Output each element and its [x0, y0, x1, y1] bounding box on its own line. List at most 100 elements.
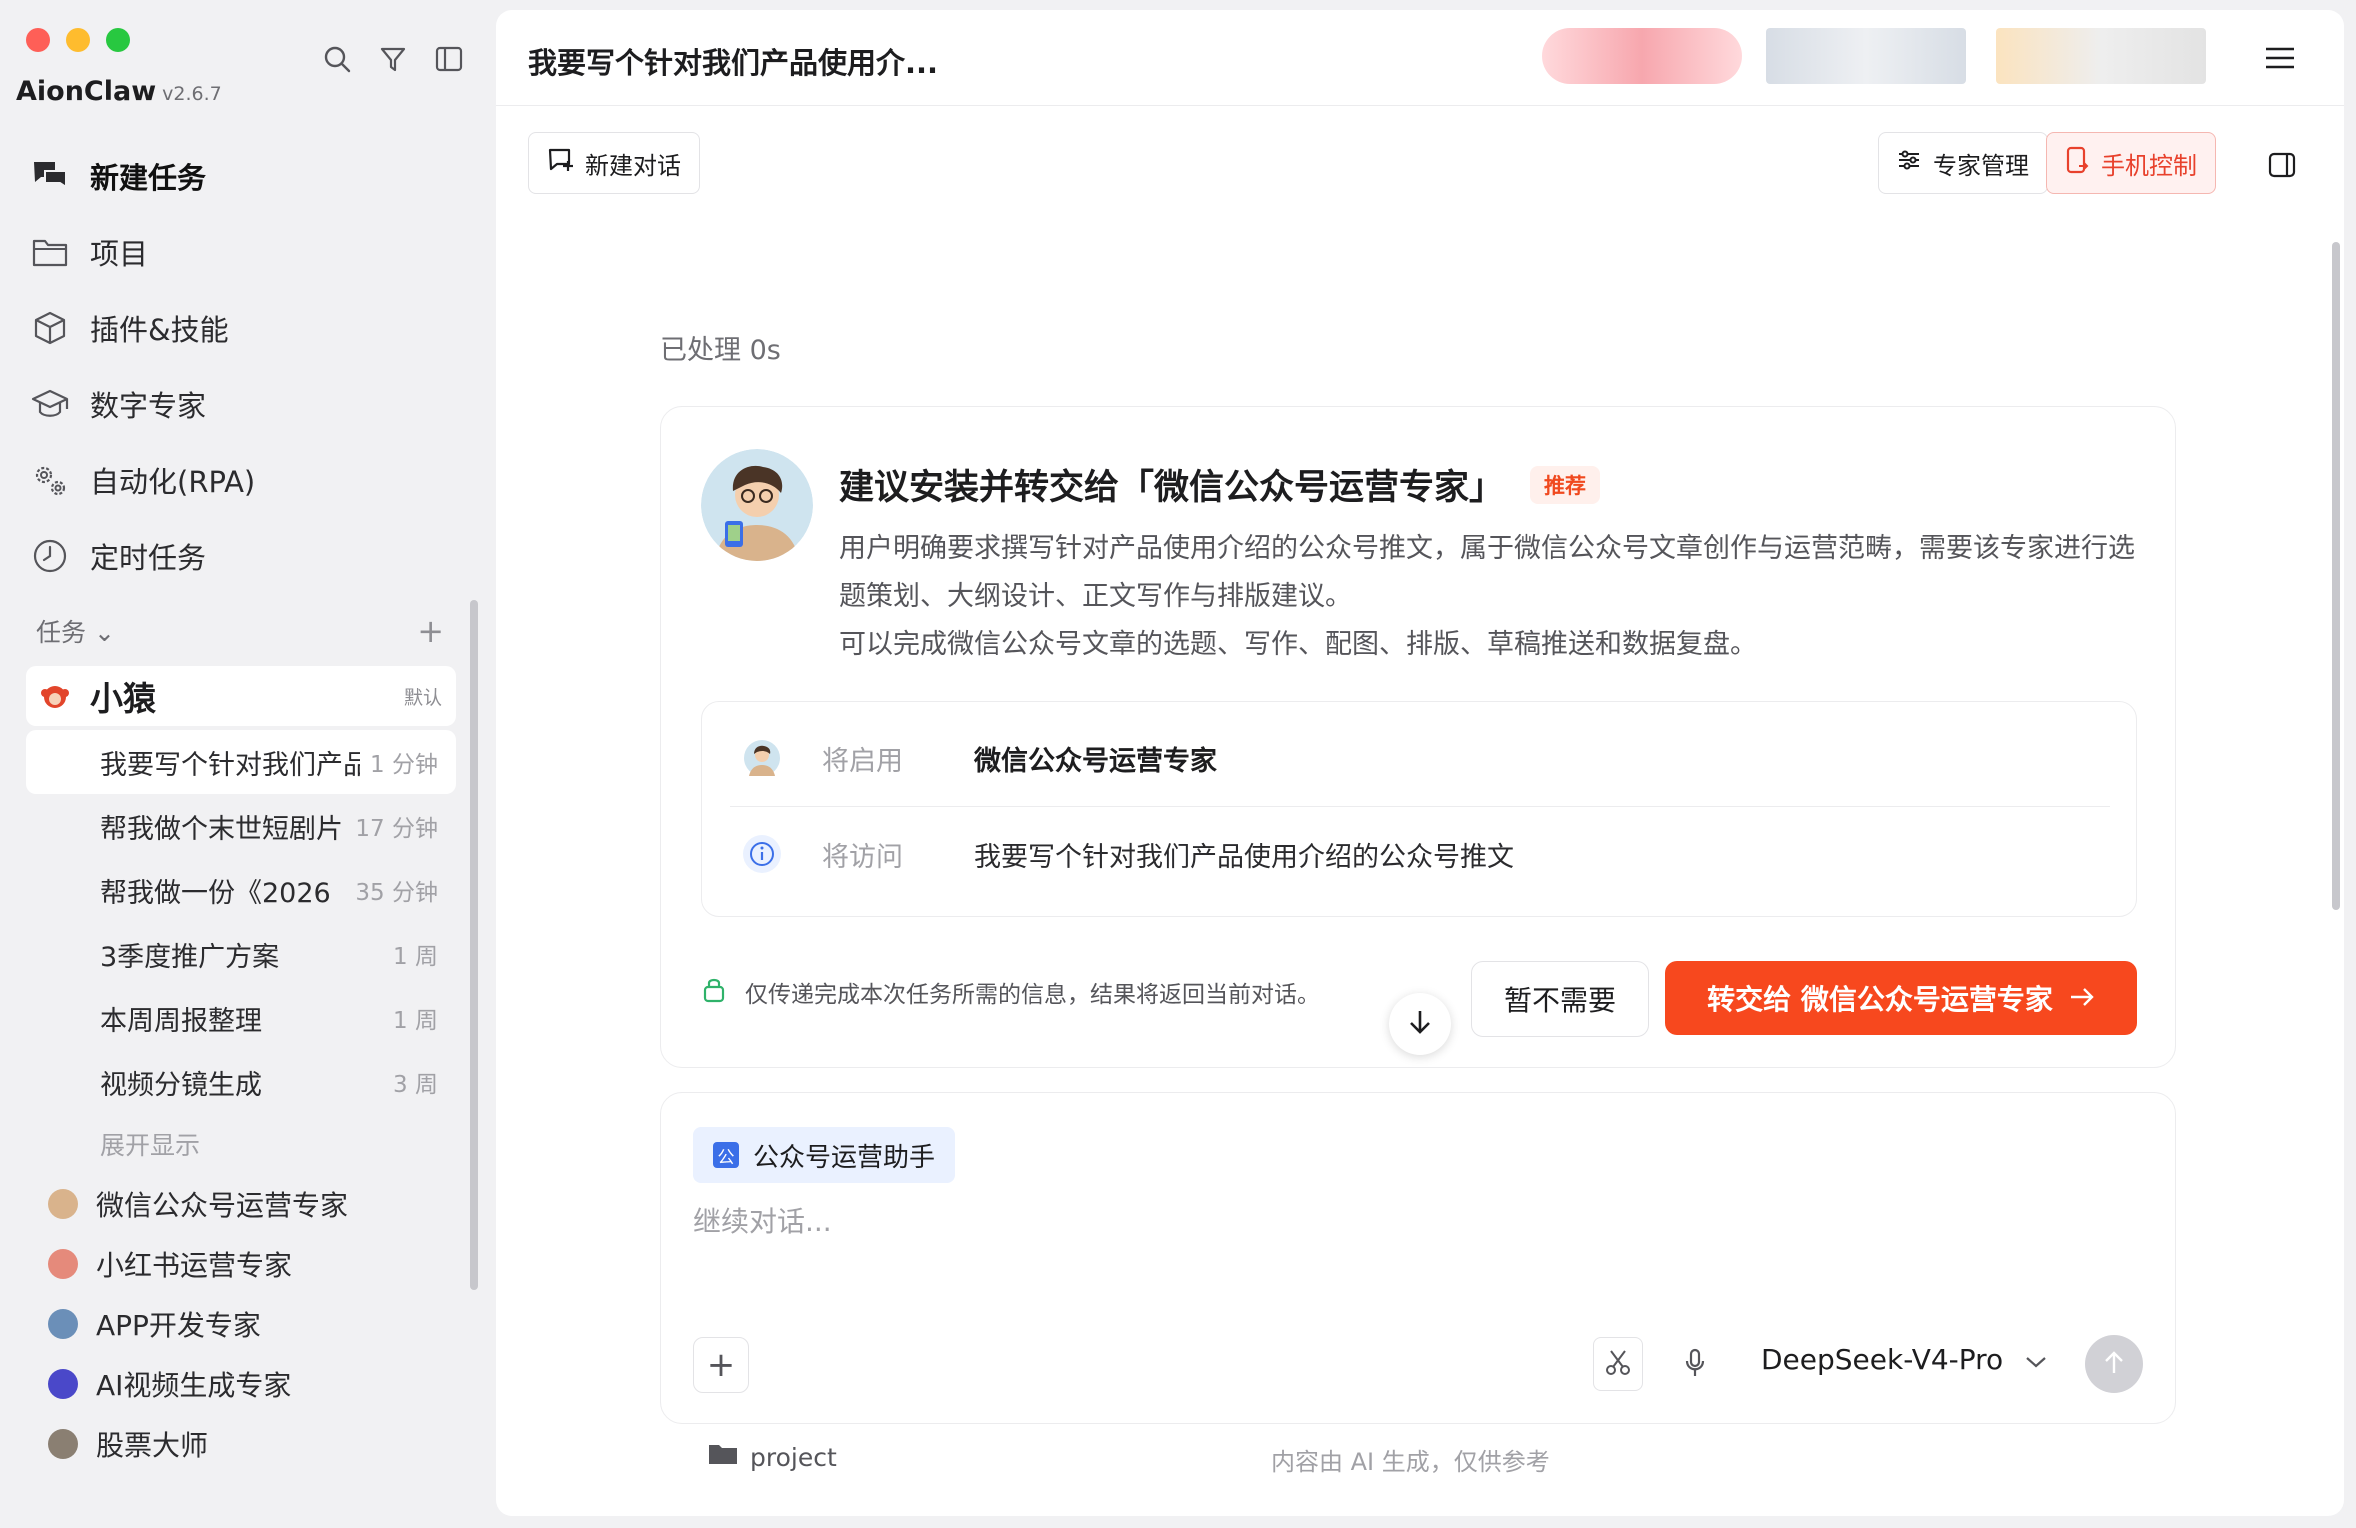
card-description-line: 用户明确要求撰写针对产品使用介绍的公众号推文，属于微信公众号文章创作与运营范畴，… — [839, 533, 2135, 612]
nav-label: 项目 — [90, 237, 149, 271]
nav-automation[interactable]: 自动化(RPA) — [30, 442, 470, 518]
expert-avatar-large — [701, 449, 813, 561]
task-time: 35 分钟 — [355, 880, 438, 906]
zoom-window-button[interactable] — [106, 28, 130, 52]
expert-item[interactable]: 股票大师 — [48, 1414, 448, 1474]
task-item[interactable]: 3季度推广方案 1 周 — [26, 922, 456, 986]
nav-new-task[interactable]: 新建任务 — [30, 138, 470, 214]
project-indicator[interactable]: project — [708, 1442, 837, 1472]
scroll-down-button[interactable] — [1389, 993, 1451, 1055]
transfer-button[interactable]: 转交给 微信公众号运营专家 — [1665, 961, 2137, 1035]
new-chat-icon — [547, 147, 575, 179]
task-list: 我要写个针对我们产品 1 分钟 帮我做个末世短剧片 17 分钟 帮我做一份《20… — [26, 730, 456, 1174]
arrow-right-icon — [2069, 982, 2095, 1015]
nav-projects[interactable]: 项目 — [30, 214, 470, 290]
visit-value: 我要写个针对我们产品使用介绍的公众号推文 — [974, 841, 1514, 873]
voice-input-button[interactable] — [1671, 1339, 1719, 1391]
sidebar-scrollbar[interactable] — [470, 600, 478, 1290]
expert-manage-button[interactable]: 专家管理 — [1878, 132, 2048, 194]
task-name: 视频分镜生成 — [100, 1069, 262, 1101]
nav-digital-experts[interactable]: 数字专家 — [30, 366, 470, 442]
search-icon[interactable] — [322, 44, 352, 74]
expert-avatar — [48, 1309, 78, 1339]
arrow-up-icon — [2103, 1349, 2125, 1379]
task-name: 帮我做一份《2026 — [100, 877, 331, 909]
assistant-chip[interactable]: 公 公众号运营助手 — [693, 1127, 956, 1183]
task-time: 1 分钟 — [370, 752, 438, 778]
expert-avatar-small — [742, 738, 782, 778]
skip-button[interactable]: 暂不需要 — [1471, 961, 1649, 1037]
tasks-section-header: 任务 ⌄ + — [36, 612, 444, 650]
enable-label: 将启用 — [822, 745, 903, 777]
screenshot-button[interactable] — [1593, 1337, 1643, 1391]
expert-item[interactable]: 微信公众号运营专家 — [48, 1174, 448, 1234]
expert-avatar — [48, 1369, 78, 1399]
nav-label: 自动化(RPA) — [90, 465, 256, 499]
filter-icon[interactable] — [378, 44, 408, 74]
task-time: 1 周 — [393, 1008, 438, 1034]
minimize-window-button[interactable] — [66, 28, 90, 52]
chevron-down-icon: ⌄ — [93, 618, 115, 647]
gears-icon — [30, 460, 70, 500]
sidebar-toggle-icon[interactable] — [434, 44, 464, 74]
expert-item[interactable]: AI视频生成专家 — [48, 1354, 448, 1414]
redacted-area — [1542, 28, 1742, 84]
task-time: 1 周 — [393, 944, 438, 970]
task-item[interactable]: 本周周报整理 1 周 — [26, 986, 456, 1050]
clock-icon — [30, 536, 70, 576]
assistant-chip-label: 公众号运营助手 — [753, 1142, 936, 1173]
send-button[interactable] — [2085, 1335, 2143, 1393]
expert-name: 小红书运营专家 — [96, 1249, 293, 1282]
top-bar: 我要写个针对我们产品使用介... — [496, 10, 2344, 106]
tasks-section-toggle[interactable]: 任务 ⌄ — [36, 613, 115, 649]
side-panel-toggle-icon[interactable] — [2268, 152, 2296, 178]
task-item[interactable]: 视频分镜生成 3 周 — [26, 1050, 456, 1114]
new-chat-button[interactable]: 新建对话 — [528, 132, 700, 194]
monkey-avatar-icon — [40, 681, 70, 711]
chat-bubbles-icon — [30, 156, 70, 196]
card-description-line: 可以完成微信公众号文章的选题、写作、配图、排版、草稿推送和数据复盘。 — [839, 629, 1757, 660]
info-divider — [730, 806, 2110, 807]
phone-icon — [2065, 146, 2089, 180]
app-name: AionClaw — [16, 76, 157, 107]
hamburger-menu-icon[interactable] — [2264, 46, 2296, 70]
expert-avatar — [48, 1249, 78, 1279]
card-description: 用户明确要求撰写针对产品使用介绍的公众号推文，属于微信公众号文章创作与运营范畴，… — [839, 525, 2139, 669]
scissors-icon — [1605, 1348, 1631, 1380]
task-name: 3季度推广方案 — [100, 941, 280, 973]
expert-item[interactable]: APP开发专家 — [48, 1294, 448, 1354]
model-selector[interactable]: DeepSeek-V4-Pro — [1761, 1343, 2047, 1376]
task-item[interactable]: 我要写个针对我们产品 1 分钟 — [26, 730, 456, 794]
lock-icon — [703, 975, 725, 1009]
task-group[interactable]: 小猿 默认 — [26, 666, 456, 726]
nav-scheduled-tasks[interactable]: 定时任务 — [30, 518, 470, 594]
expert-manage-label: 专家管理 — [1933, 151, 2029, 180]
transfer-info-box: 将启用 微信公众号运营专家 将访问 我要写个针对我们产品使用介绍的公众号推文 — [701, 701, 2137, 917]
phone-control-button[interactable]: 手机控制 — [2046, 132, 2216, 194]
expert-name: 股票大师 — [96, 1429, 209, 1462]
info-icon — [742, 834, 782, 874]
attach-button[interactable]: + — [693, 1337, 749, 1393]
task-item[interactable]: 帮我做一份《2026 35 分钟 — [26, 858, 456, 922]
add-task-icon[interactable]: + — [417, 612, 444, 650]
nav-label: 插件&技能 — [90, 313, 229, 347]
message-input[interactable] — [693, 1205, 2093, 1238]
nav-plugins[interactable]: 插件&技能 — [30, 290, 470, 366]
expert-list: 微信公众号运营专家 小红书运营专家 APP开发专家 AI视频生成专家 股票大师 — [48, 1174, 448, 1474]
main-scrollbar[interactable] — [2332, 242, 2340, 910]
sidebar: AionClaw v2.6.7 新建任务 项目 插件&技能 数字专家 自动化(R… — [0, 0, 495, 1528]
task-group-default-badge: 默认 — [403, 686, 442, 709]
card-title-text: 建议安装并转交给「微信公众号运营专家」 — [839, 468, 1505, 508]
enable-value: 微信公众号运营专家 — [974, 745, 1217, 777]
expert-item[interactable]: 小红书运营专家 — [48, 1234, 448, 1294]
privacy-text: 仅传递完成本次任务所需的信息，结果将返回当前对话。 — [745, 982, 1320, 1008]
microphone-icon — [1684, 1348, 1706, 1382]
processing-status: 已处理 0s — [660, 335, 781, 366]
expand-more-link[interactable]: 展开显示 — [26, 1114, 456, 1174]
expert-name: AI视频生成专家 — [96, 1369, 292, 1402]
expert-avatar — [48, 1189, 78, 1219]
task-item[interactable]: 帮我做个末世短剧片 17 分钟 — [26, 794, 456, 858]
visit-label: 将访问 — [822, 841, 903, 873]
new-chat-label: 新建对话 — [585, 151, 681, 180]
close-window-button[interactable] — [26, 28, 50, 52]
